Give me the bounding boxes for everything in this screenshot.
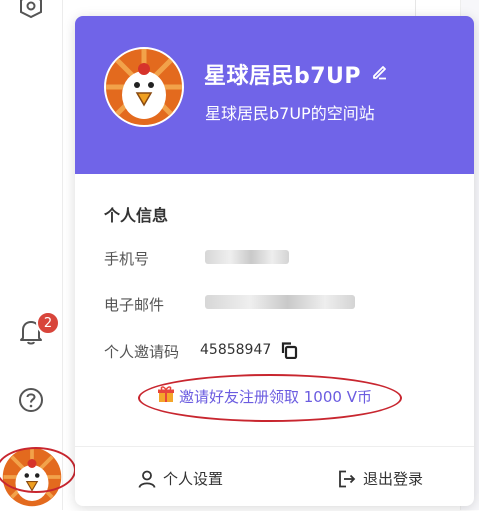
- logout-button[interactable]: 退出登录: [337, 468, 423, 489]
- footer-divider: [75, 446, 474, 447]
- settings-label: 个人设置: [163, 470, 224, 488]
- phone-value-redacted: [205, 250, 289, 264]
- background-divider: [415, 0, 416, 16]
- copy-icon[interactable]: [280, 341, 298, 360]
- personal-info-title: 个人信息: [104, 206, 169, 225]
- email-label: 电子邮件: [104, 296, 165, 314]
- help-icon[interactable]: [13, 382, 49, 418]
- username: 星球居民b7UP: [204, 64, 362, 89]
- edit-icon[interactable]: [371, 63, 389, 81]
- invite-code-label: 个人邀请码: [104, 343, 180, 361]
- logout-icon: [337, 469, 357, 489]
- profile-popup: 星球居民b7UP 星球居民b7UP的空间站 个人信息 手机号 电子邮件 个人邀请…: [75, 16, 474, 506]
- phone-label: 手机号: [104, 250, 150, 268]
- settings-button[interactable]: 个人设置: [137, 468, 223, 489]
- shield-icon[interactable]: [13, 0, 49, 24]
- user-icon: [137, 469, 157, 489]
- logout-label: 退出登录: [363, 470, 424, 488]
- invite-code-value: 45858947: [200, 342, 272, 358]
- space-name: 星球居民b7UP的空间站: [205, 104, 375, 123]
- email-value-redacted: [205, 295, 355, 309]
- annotation-ring: [138, 374, 402, 422]
- profile-header: 星球居民b7UP 星球居民b7UP的空间站: [75, 16, 474, 174]
- sidebar: 2: [0, 0, 76, 510]
- annotation-ring: [0, 447, 76, 493]
- profile-avatar[interactable]: [104, 47, 184, 127]
- notification-badge: 2: [36, 311, 60, 335]
